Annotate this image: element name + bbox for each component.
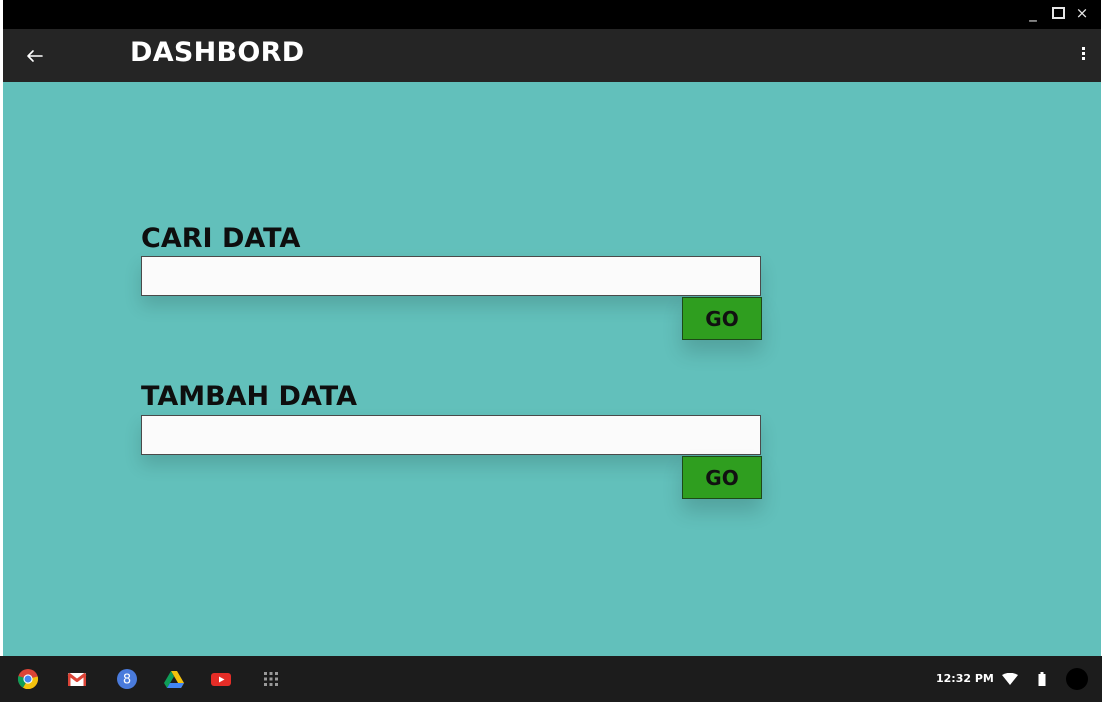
search-go-button[interactable]: GO: [682, 297, 762, 340]
add-data-label: TAMBAH DATA: [141, 381, 357, 412]
maximize-icon: [1051, 7, 1065, 19]
add-go-button[interactable]: GO: [682, 456, 762, 499]
maximize-button[interactable]: [1048, 4, 1068, 24]
minimize-button[interactable]: _: [1023, 4, 1043, 24]
wifi-icon[interactable]: [1002, 673, 1018, 685]
app-launcher-icon[interactable]: [260, 668, 282, 690]
page-title: DASHBORD: [130, 37, 305, 68]
drive-icon[interactable]: [163, 668, 185, 690]
search-data-label: CARI DATA: [141, 223, 301, 254]
app-bar: DASHBORD: [3, 29, 1101, 82]
svg-text:8: 8: [123, 673, 131, 688]
window-titlebar: _ ×: [3, 0, 1101, 29]
youtube-icon[interactable]: [210, 668, 232, 690]
taskbar: 8 12:32 PM: [0, 656, 1102, 702]
more-vertical-icon[interactable]: [1077, 45, 1089, 67]
dashboard-content: CARI DATA GO TAMBAH DATA GO: [3, 82, 1101, 656]
battery-icon[interactable]: [1038, 672, 1046, 686]
close-button[interactable]: ×: [1072, 4, 1092, 24]
arrow-left-icon[interactable]: [21, 44, 47, 68]
app-window: _ × DASHBORD CARI DATA GO TAMBAH DATA GO: [3, 0, 1101, 702]
avatar[interactable]: [1066, 668, 1088, 690]
chrome-icon[interactable]: [17, 668, 39, 690]
gmail-icon[interactable]: [66, 668, 88, 690]
google-plus-icon[interactable]: 8: [116, 668, 138, 690]
add-data-input[interactable]: [141, 415, 761, 455]
clock[interactable]: 12:32 PM: [936, 670, 994, 688]
search-data-input[interactable]: [141, 256, 761, 296]
